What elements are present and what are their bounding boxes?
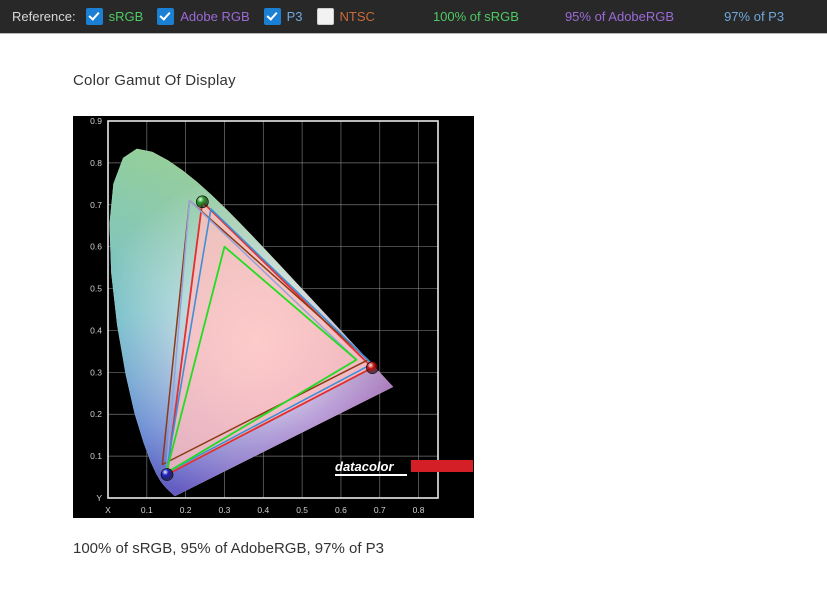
x-tick-label: 0.4 [257,505,269,515]
reference-option-srgb[interactable]: sRGB [85,8,144,25]
y-tick-label: 0.7 [90,200,102,210]
x-tick-label: 0.8 [413,505,425,515]
datacolor-watermark-text: datacolor [335,459,394,474]
y-tick-label: 0.4 [90,325,102,335]
cie-chromaticity-diagram: X 0.1 0.2 0.3 0.4 0.5 0.6 0.7 0.8 Y 0.1 0.2 0.3 0.4 0.… [90,116,473,515]
x-tick-label: 0.3 [219,505,231,515]
chart-caption: 100% of sRGB, 95% of AdobeRGB, 97% of P3 [73,540,385,557]
checkbox-checked-icon[interactable] [263,8,281,25]
reference-option-adobergb-label: Adobe RGB [180,9,250,24]
x-tick-label: X [105,505,111,515]
y-tick-label: Y [96,493,102,503]
result-srgb: 100% of sRGB [432,9,519,24]
x-tick-label: 0.5 [296,505,308,515]
x-tick-label: 0.6 [335,505,347,515]
reference-option-p3[interactable]: P3 [263,8,303,25]
y-tick-label: 0.5 [90,284,102,294]
checkbox-unchecked-icon[interactable] [316,8,334,25]
y-tick-label: 0.6 [90,242,102,252]
y-tick-label: 0.2 [90,409,102,419]
reference-option-ntsc[interactable]: NTSC [316,8,375,25]
result-adobergb: 95% of AdobeRGB [564,9,675,24]
vertex-marker-blue [160,468,174,481]
watermark-red-bar [411,460,473,472]
x-tick-label: 0.1 [141,505,153,515]
watermark-underline [335,474,407,476]
y-tick-label: 0.8 [90,158,102,168]
page-content: Color Gamut Of Display X 0.1 0.2 0.3 0.4 0.5 0… [0,35,827,592]
vertex-marker-green [196,195,209,209]
chart-title: Color Gamut Of Display [73,72,236,89]
vertex-marker-red [366,361,379,375]
reference-label: Reference: [12,9,76,24]
reference-option-srgb-label: sRGB [108,9,144,24]
y-tick-label: 0.9 [90,116,102,126]
reference-option-ntsc-label: NTSC [339,9,375,24]
x-tick-label: 0.2 [180,505,192,515]
checkbox-checked-icon[interactable] [157,8,175,25]
y-tick-label: 0.3 [90,367,102,377]
x-tick-label: 0.7 [374,505,386,515]
reference-option-adobergb[interactable]: Adobe RGB [157,8,250,25]
result-p3: 97% of P3 [724,9,785,24]
reference-toolbar: Reference: sRGB Adobe RGB P3 NTSC 100% o… [0,0,827,34]
color-gamut-chart: X 0.1 0.2 0.3 0.4 0.5 0.6 0.7 0.8 Y 0.1 0.2 0.3 0.4 0.… [73,116,474,518]
reference-option-p3-label: P3 [286,9,303,24]
y-tick-label: 0.1 [90,451,102,461]
checkbox-checked-icon[interactable] [85,8,103,25]
datacolor-watermark: datacolor [335,459,473,476]
